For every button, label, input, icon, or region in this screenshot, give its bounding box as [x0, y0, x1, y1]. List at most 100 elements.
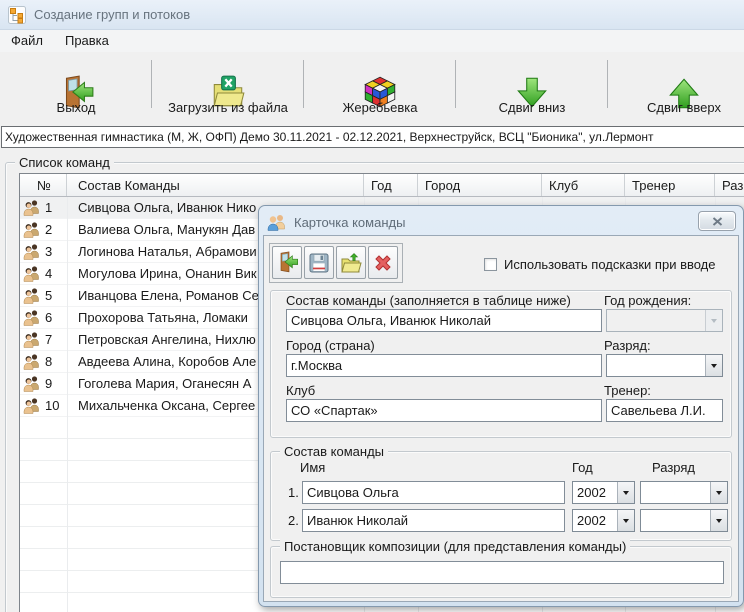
team-people-icon [23, 309, 40, 326]
column-header-year[interactable]: Год [364, 174, 418, 196]
org-tree-icon [8, 6, 26, 24]
titlebar: Создание групп и потоков [0, 0, 744, 30]
dialog-title: Карточка команды [294, 215, 405, 230]
city-field[interactable] [286, 354, 602, 377]
grade-select[interactable] [606, 354, 723, 377]
grade-value [607, 355, 705, 376]
chevron-down-icon[interactable] [710, 510, 727, 531]
team-people-icon [23, 265, 40, 282]
column-header-num[interactable]: № [20, 174, 67, 196]
dialog-save-button[interactable] [304, 246, 334, 279]
exit-button[interactable]: Выход [0, 52, 152, 118]
column-divider [67, 197, 68, 612]
main-toolbar: Выход Загрузить из файла Жеребьевка Сдви… [0, 52, 744, 120]
shift-up-label: Сдвиг вверх [647, 100, 721, 115]
chevron-down-icon[interactable] [617, 510, 634, 531]
member-2-year-value: 2002 [573, 510, 617, 531]
row-number: 4 [45, 266, 52, 281]
team-people-icon [23, 287, 40, 304]
draw-lots-button[interactable]: Жеребьевка [304, 52, 456, 118]
row-number: 7 [45, 332, 52, 347]
member-1-index: 1. [288, 485, 299, 500]
dialog-exit-button[interactable] [272, 246, 302, 279]
birth-year-select [606, 309, 723, 332]
member-1-year-value: 2002 [573, 482, 617, 503]
member-2-index: 2. [288, 513, 299, 528]
team-people-icon [23, 331, 40, 348]
chevron-down-icon[interactable] [617, 482, 634, 503]
team-list-group-title: Список команд [15, 155, 114, 170]
member-1-name-field[interactable] [302, 481, 565, 504]
hints-checkbox[interactable] [484, 258, 497, 271]
member-name-header: Имя [300, 460, 325, 475]
row-number: 10 [45, 398, 59, 413]
dialog-client-area: Использовать подсказки при вводе Состав … [263, 235, 739, 602]
row-number: 5 [45, 288, 52, 303]
chevron-down-icon[interactable] [705, 355, 722, 376]
member-1-year-select[interactable]: 2002 [572, 481, 635, 504]
menu-edit[interactable]: Правка [54, 30, 120, 52]
dialog-titlebar: Карточка команды [262, 209, 740, 235]
member-2-grade-value [641, 510, 710, 531]
member-2-name-field[interactable] [302, 509, 565, 532]
shift-down-label: Сдвиг вниз [499, 100, 566, 115]
row-number: 6 [45, 310, 52, 325]
members-group: Состав команды Имя Год Разряд 1. 2002 2.… [270, 451, 732, 541]
row-number: 3 [45, 244, 52, 259]
birth-year-label: Год рождения: [604, 293, 691, 308]
member-2-year-select[interactable]: 2002 [572, 509, 635, 532]
shift-up-button[interactable]: Сдвиг вверх [608, 52, 744, 118]
member-grade-header: Разряд [652, 460, 695, 475]
team-field[interactable] [286, 309, 602, 332]
draw-lots-label: Жеребьевка [343, 100, 418, 115]
hints-checkbox-row: Использовать подсказки при вводе [484, 257, 716, 272]
exit-door-icon [275, 251, 299, 274]
member-2-grade-select[interactable] [640, 509, 728, 532]
column-header-grade[interactable]: Разряд [715, 174, 744, 196]
birth-year-value [607, 310, 705, 331]
competition-info-text: Художественная гимнастика (М, Ж, ОФП) Де… [5, 130, 654, 144]
open-folder-icon [340, 252, 362, 274]
dialog-delete-button[interactable] [368, 246, 398, 279]
team-people-icon [23, 221, 40, 238]
team-people-icon [23, 375, 40, 392]
team-people-icon [23, 397, 40, 414]
dialog-close-button[interactable] [698, 211, 736, 231]
team-card-people-icon [267, 213, 286, 232]
team-form-group: Состав команды (заполняется в таблице ни… [270, 290, 732, 438]
dialog-toolbar [269, 243, 403, 283]
coach-field-label: Тренер: [604, 383, 651, 398]
dialog-open-button[interactable] [336, 246, 366, 279]
column-header-club[interactable]: Клуб [542, 174, 625, 196]
members-group-title: Состав команды [280, 444, 388, 459]
row-number: 8 [45, 354, 52, 369]
choreographer-group-title: Постановщик композиции (для представлени… [280, 539, 630, 554]
club-field[interactable] [286, 399, 602, 422]
team-field-label: Состав команды (заполняется в таблице ни… [286, 293, 571, 308]
team-card-dialog: Карточка команды [258, 205, 744, 607]
window-title: Создание групп и потоков [34, 7, 190, 22]
load-from-file-button[interactable]: Загрузить из файла [152, 52, 304, 118]
save-floppy-icon [308, 252, 330, 274]
column-header-city[interactable]: Город [418, 174, 542, 196]
member-1-grade-value [641, 482, 710, 503]
club-field-label: Клуб [286, 383, 315, 398]
row-number: 2 [45, 222, 52, 237]
coach-field[interactable] [606, 399, 723, 422]
close-icon [712, 217, 723, 226]
choreographer-group: Постановщик композиции (для представлени… [270, 546, 732, 598]
shift-down-button[interactable]: Сдвиг вниз [456, 52, 608, 118]
competition-info-bar: Художественная гимнастика (М, Ж, ОФП) Де… [1, 126, 744, 148]
team-people-icon [23, 199, 40, 216]
row-number: 9 [45, 376, 52, 391]
chevron-down-icon[interactable] [710, 482, 727, 503]
grade-label: Разряд: [604, 338, 651, 353]
row-number: 1 [45, 200, 52, 215]
menu-file[interactable]: Файл [0, 30, 54, 52]
member-1-grade-select[interactable] [640, 481, 728, 504]
column-header-team[interactable]: Состав Команды [67, 174, 364, 196]
column-header-coach[interactable]: Тренер [625, 174, 715, 196]
choreographer-field[interactable] [280, 561, 724, 584]
menubar: Файл Правка [0, 30, 744, 52]
member-year-header: Год [572, 460, 593, 475]
